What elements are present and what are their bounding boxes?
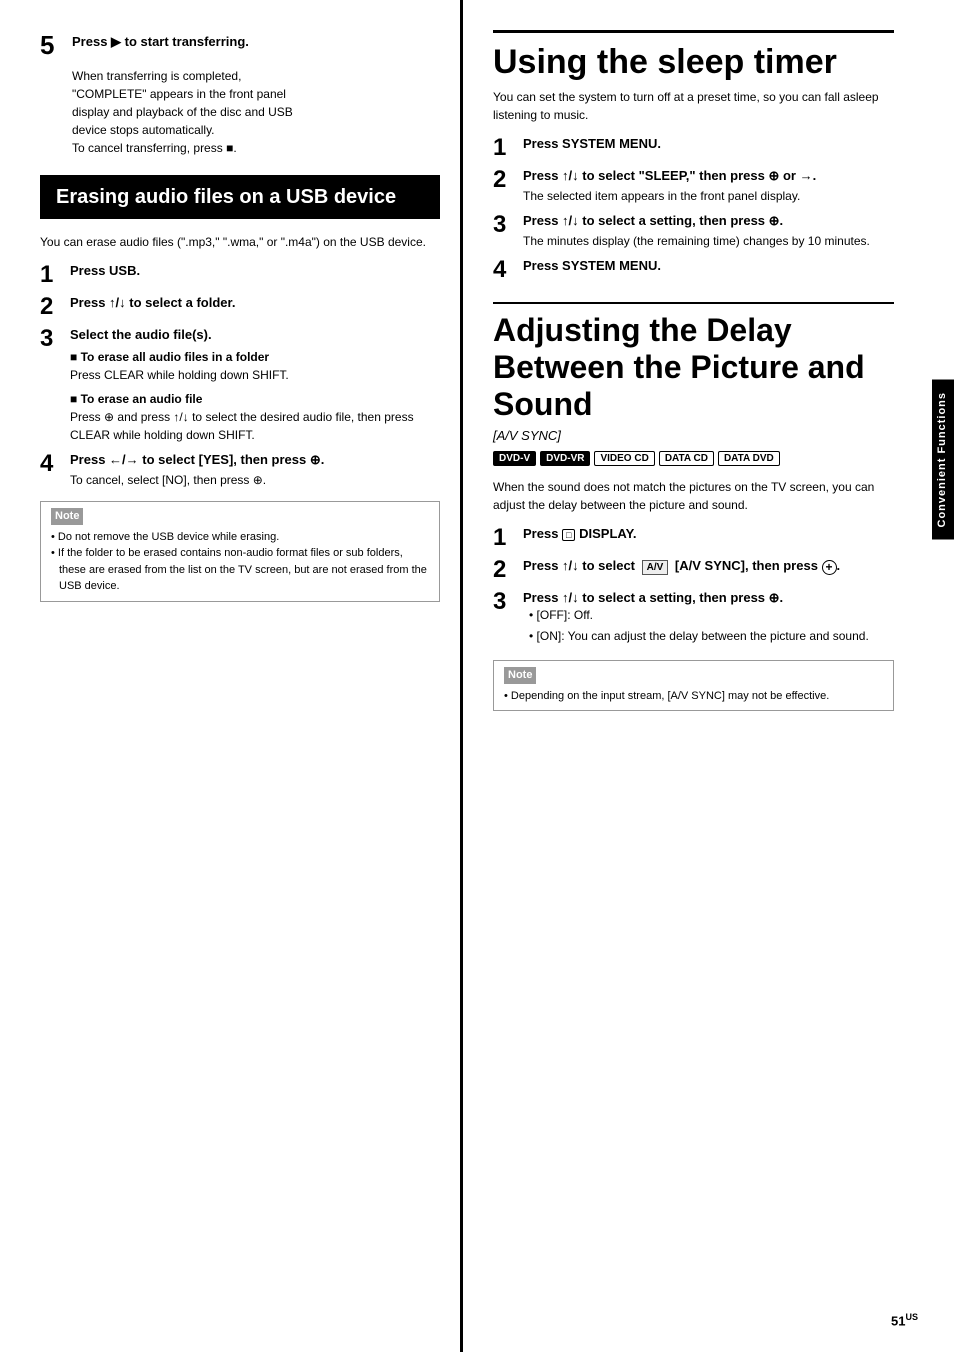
erase-intro: You can erase audio files (".mp3," ".wma… bbox=[40, 233, 440, 251]
sleep-step2-num: 2 bbox=[493, 168, 523, 192]
step5-line4: device stops automatically. bbox=[72, 123, 215, 137]
circle-plus-icon: + bbox=[822, 560, 837, 575]
sleep-step1-num: 1 bbox=[493, 136, 523, 160]
badge-datacd: DATA CD bbox=[659, 451, 714, 466]
sleep-step2-text: The selected item appears in the front p… bbox=[523, 187, 894, 205]
page-number: 51US bbox=[891, 1312, 918, 1328]
av-intro: When the sound does not match the pictur… bbox=[493, 478, 894, 514]
sleep-intro: You can set the system to turn off at a … bbox=[493, 88, 894, 124]
erase-title: Erasing audio files on a USB device bbox=[56, 185, 424, 209]
sleep-step3-bold: Press ↑/↓ to select a setting, then pres… bbox=[523, 213, 783, 228]
sleep-step4-text: Press SYSTEM MENU. bbox=[523, 258, 661, 273]
step5-number: 5 bbox=[40, 30, 72, 61]
erase-note-box: Note Do not remove the USB device while … bbox=[40, 501, 440, 602]
erase-bullet1-head: To erase all audio files in a folder bbox=[70, 350, 440, 364]
av-sync-label: [A/V SYNC] bbox=[493, 428, 894, 443]
av-step2-text: Press ↑/↓ to select A/V [A/V SYNC], then… bbox=[523, 558, 840, 573]
av-step2-num: 2 bbox=[493, 558, 523, 582]
step5-text: When transferring is completed, "COMPLET… bbox=[72, 67, 440, 157]
erase-step3: 3 Select the audio file(s). To erase all… bbox=[40, 327, 440, 444]
av-step3-bold: Press ↑/↓ to select a setting, then pres… bbox=[523, 590, 783, 605]
side-tab: Convenient Functions bbox=[932, 380, 954, 540]
step5-line1: When transferring is completed, bbox=[72, 69, 241, 83]
section-divider bbox=[493, 302, 894, 304]
av-step1-num: 1 bbox=[493, 526, 523, 550]
erase-step1-text: Press USB. bbox=[70, 263, 140, 278]
step5-line3: display and playback of the disc and USB bbox=[72, 105, 293, 119]
right-column: Using the sleep timer You can set the sy… bbox=[460, 0, 914, 1352]
sleep-step2: 2 Press ↑/↓ to select "SLEEP," then pres… bbox=[493, 168, 894, 205]
av-step1-text: Press □ Press DISPLAY.DISPLAY. bbox=[523, 526, 636, 541]
erase-bullet2-text: Press ⊕ and press ↑/↓ to select the desi… bbox=[70, 408, 440, 444]
badge-videocd: VIDEO CD bbox=[594, 451, 654, 466]
badge-dvdv: DVD-V bbox=[493, 451, 536, 466]
sleep-step1-text: Press SYSTEM MENU. bbox=[523, 136, 661, 151]
erase-step2-num: 2 bbox=[40, 295, 70, 319]
erase-step4: 4 Press ←/→ to select [YES], then press … bbox=[40, 452, 440, 489]
erase-step3-text: Select the audio file(s). bbox=[70, 327, 212, 342]
erase-step4-num: 4 bbox=[40, 452, 70, 476]
badge-dvdvr: DVD-VR bbox=[540, 451, 590, 466]
erase-step2: 2 Press ↑/↓ to select a folder. bbox=[40, 295, 440, 319]
erase-step2-text: Press ↑/↓ to select a folder. bbox=[70, 295, 235, 310]
page-num-value: 51 bbox=[891, 1313, 905, 1328]
av-title: Adjusting the Delay Between the Picture … bbox=[493, 312, 894, 422]
sleep-section: Using the sleep timer You can set the sy… bbox=[493, 30, 894, 282]
erase-step1-num: 1 bbox=[40, 263, 70, 287]
sleep-step1: 1 Press SYSTEM MENU. bbox=[493, 136, 894, 160]
av-note1: Depending on the input stream, [A/V SYNC… bbox=[512, 688, 883, 705]
erase-section-box: Erasing audio files on a USB device bbox=[40, 175, 440, 219]
badge-datadvd: DATA DVD bbox=[718, 451, 780, 466]
sleep-step3: 3 Press ↑/↓ to select a setting, then pr… bbox=[493, 213, 894, 250]
step5-row: 5 Press ▶ to start transferring. bbox=[40, 30, 440, 61]
erase-note-label: Note bbox=[51, 508, 83, 525]
erase-note1: Do not remove the USB device while erasi… bbox=[59, 529, 429, 546]
sleep-step4-num: 4 bbox=[493, 258, 523, 282]
av-note-box: Note Depending on the input stream, [A/V… bbox=[493, 660, 894, 711]
erase-section: You can erase audio files (".mp3," ".wma… bbox=[40, 233, 440, 602]
step5-bold: Press ▶ to start transferring. bbox=[72, 34, 249, 50]
step5-line5: To cancel transferring, press ■. bbox=[72, 141, 237, 155]
erase-note2: If the folder to be erased contains non-… bbox=[59, 545, 429, 595]
av-sync-icon: A/V bbox=[642, 560, 669, 575]
erase-step4-text: To cancel, select [NO], then press ⊕. bbox=[70, 471, 440, 489]
step5-line2: "COMPLETE" appears in the front panel bbox=[72, 87, 286, 101]
display-icon: □ bbox=[562, 529, 575, 541]
erase-step1: 1 Press USB. bbox=[40, 263, 440, 287]
sleep-step4: 4 Press SYSTEM MENU. bbox=[493, 258, 894, 282]
erase-bullet2-head: To erase an audio file bbox=[70, 392, 440, 406]
av-note-label: Note bbox=[504, 667, 536, 684]
sleep-step2-bold: Press ↑/↓ to select "SLEEP," then press … bbox=[523, 168, 816, 183]
erase-step4-bold: Press ←/→ to select [YES], then press ⊕. bbox=[70, 452, 324, 467]
av-step2: 2 Press ↑/↓ to select A/V [A/V SYNC], th… bbox=[493, 558, 894, 582]
sleep-title: Using the sleep timer bbox=[493, 30, 894, 82]
sleep-step3-num: 3 bbox=[493, 213, 523, 237]
left-column: 5 Press ▶ to start transferring. When tr… bbox=[0, 0, 460, 1352]
av-step3-num: 3 bbox=[493, 590, 523, 614]
av-step3-bullet1: [OFF]: Off. bbox=[535, 606, 894, 624]
av-step3: 3 Press ↑/↓ to select a setting, then pr… bbox=[493, 590, 894, 648]
av-section: Adjusting the Delay Between the Picture … bbox=[493, 302, 894, 711]
sleep-step3-text: The minutes display (the remaining time)… bbox=[523, 232, 894, 250]
format-badges: DVD-V DVD-VR VIDEO CD DATA CD DATA DVD bbox=[493, 451, 894, 466]
av-step3-bullet2: [ON]: You can adjust the delay between t… bbox=[535, 627, 894, 645]
erase-bullet1-text: Press CLEAR while holding down SHIFT. bbox=[70, 366, 440, 384]
av-step1: 1 Press □ Press DISPLAY.DISPLAY. bbox=[493, 526, 894, 550]
erase-step3-num: 3 bbox=[40, 327, 70, 351]
page-num-super: US bbox=[905, 1312, 918, 1322]
